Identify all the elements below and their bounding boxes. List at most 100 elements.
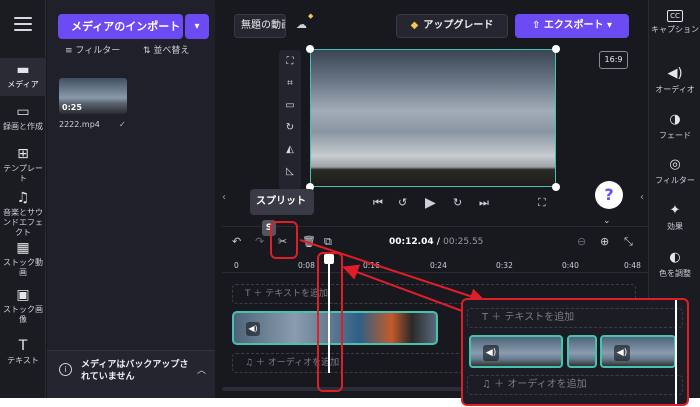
video-preview[interactable]	[310, 49, 556, 187]
collapse-media-panel-button[interactable]: ‹	[218, 186, 230, 210]
fit-timeline-icon[interactable]: ⤡	[624, 235, 633, 249]
rnav-filters[interactable]: ◎ フィルター	[649, 157, 700, 186]
speaker-icon: ◀)	[667, 66, 683, 81]
media-thumbnail[interactable]: 0:25	[59, 78, 127, 114]
upgrade-label: アップグレード	[423, 20, 494, 31]
preview-toolbar: ⛶ ⌗ ▭ ↻ ◭ ◺	[279, 50, 301, 190]
zoom-out-icon[interactable]: ⊖	[577, 235, 586, 249]
film-icon: ▦	[16, 240, 30, 256]
aspect-ratio-button[interactable]: 16:9	[599, 51, 628, 69]
time-ruler[interactable]: 0 0:08 0:16 0:24 0:32 0:40 0:48	[222, 259, 648, 273]
speaker-icon: ◀)	[483, 345, 499, 361]
help-button[interactable]: ?	[595, 181, 623, 209]
media-panel: メディアのインポート ▾ ≡ フィルター ⇅ 並べ替え 0:25 2222.mp…	[47, 0, 215, 398]
nav-label: 録画と作成	[3, 122, 43, 131]
cc-icon: CC	[667, 10, 683, 22]
export-button[interactable]: ⇧ エクスポート ▾	[515, 14, 629, 38]
ruler-tick: 0:48	[624, 261, 641, 270]
pip-icon[interactable]: ▭	[282, 98, 298, 114]
rotate-icon[interactable]: ↻	[282, 120, 298, 136]
zoom-callout: T ＋ テキストを追加 ◀) ◀) ♫ ＋ オーディオを追加	[461, 298, 689, 406]
import-dropdown-button[interactable]: ▾	[185, 14, 209, 39]
split-tooltip: スプリットS	[250, 189, 314, 236]
resize-handle[interactable]	[552, 183, 560, 191]
chevron-down-icon: ▾	[194, 21, 200, 32]
backup-notice[interactable]: i メディアはバックアップされていません ︿	[47, 350, 215, 398]
zoom-in-icon[interactable]: ⊕	[600, 235, 609, 249]
rnav-label: 効果	[667, 222, 683, 231]
scissors-highlight	[270, 221, 298, 259]
left-nav: ▬ メディア ▭ 録画と作成 ⊞ テンプレート ♫ 音楽とサウンドエフェクト ▦…	[0, 0, 46, 398]
diamond-icon: ◆	[410, 20, 419, 31]
rnav-effects[interactable]: ✦ 効果	[649, 203, 700, 232]
filter-label: フィルター	[75, 46, 121, 56]
speaker-icon[interactable]: ◀)	[246, 322, 260, 336]
duplicate-icon[interactable]: ⧉	[324, 235, 332, 249]
ruler-tick: 0:16	[363, 261, 380, 270]
nav-music[interactable]: ♫ 音楽とサウンドエフェクト	[0, 190, 46, 238]
project-title-input[interactable]: 無題の動画	[234, 14, 286, 38]
crop-icon[interactable]: ⌗	[282, 76, 298, 92]
rnav-fade[interactable]: ◑ フェード	[649, 112, 700, 141]
cloud-off-icon: ☁	[296, 18, 307, 31]
rnav-label: オーディオ	[655, 85, 695, 94]
upload-icon: ⇧	[531, 20, 544, 31]
chevron-up-icon: ︿	[197, 366, 207, 376]
tooltip-label: スプリット	[256, 196, 306, 207]
thumbnail-duration: 0:25	[62, 103, 82, 112]
rnav-label: フィルター	[655, 176, 695, 185]
undo-icon[interactable]: ↶	[232, 235, 241, 249]
resize-handle[interactable]	[552, 45, 560, 53]
ruler-tick: 0	[234, 261, 239, 270]
zoom-add-text: T ＋ テキストを追加	[467, 308, 683, 328]
current-time: 00:12.04	[389, 237, 434, 247]
folder-icon: ▬	[16, 62, 30, 78]
sort-icon: ⇅	[143, 46, 154, 56]
rewind-5-icon[interactable]: ↺	[398, 196, 407, 210]
ruler-tick: 0:32	[496, 261, 513, 270]
zoom-add-audio: ♫ ＋ オーディオを追加	[467, 375, 683, 395]
import-media-button[interactable]: メディアのインポート	[58, 14, 183, 39]
trash-icon[interactable]: 🗑	[302, 235, 316, 249]
premium-diamond-icon: ◆	[308, 12, 314, 20]
nav-label: テンプレート	[3, 164, 43, 183]
nav-record[interactable]: ▭ 録画と作成	[0, 104, 46, 132]
zoom-clip-part: ◀)	[600, 335, 676, 368]
fit-icon[interactable]: ⛶	[282, 54, 298, 70]
upgrade-button[interactable]: ◆ アップグレード	[396, 14, 508, 38]
playhead-highlight	[317, 252, 343, 392]
nav-templates[interactable]: ⊞ テンプレート	[0, 146, 46, 184]
nav-text[interactable]: T テキスト	[0, 338, 46, 366]
zoom-clip-part: ◀)	[469, 335, 563, 368]
filter-button[interactable]: ≡ フィルター	[65, 46, 120, 57]
media-file-name: 2222.mp4	[59, 120, 100, 129]
collapse-properties-button[interactable]: ‹	[636, 186, 648, 210]
sort-label: 並べ替え	[153, 46, 190, 56]
music-icon: ♫ ＋	[245, 358, 268, 368]
template-icon: ⊞	[17, 146, 29, 162]
nav-label: テキスト	[7, 356, 39, 365]
resize-handle[interactable]	[306, 45, 314, 53]
total-time: 00:25.55	[443, 237, 484, 247]
nav-media[interactable]: ▬ メディア	[0, 58, 46, 96]
skip-forward-icon[interactable]: ⏭	[479, 196, 489, 210]
ruler-tick: 0:24	[430, 261, 447, 270]
image-icon: ▣	[16, 287, 30, 303]
zoom-playhead	[675, 300, 677, 404]
check-icon: ✓	[119, 120, 126, 129]
menu-icon[interactable]	[14, 17, 32, 31]
nav-stock-images[interactable]: ▣ ストック画像	[0, 287, 46, 325]
rnav-color[interactable]: ◐ 色を調整	[649, 250, 700, 279]
triangle-icon[interactable]: ◺	[282, 164, 298, 180]
nav-stock-video[interactable]: ▦ ストック動画	[0, 240, 46, 278]
timecode: 00:12.04 / 00:25.55	[389, 237, 484, 247]
play-icon[interactable]: ▶	[425, 196, 436, 210]
rnav-audio[interactable]: ◀) オーディオ	[649, 66, 700, 95]
rnav-captions[interactable]: CC キャプション	[649, 10, 700, 35]
fullscreen-icon[interactable]: ⛶	[538, 196, 546, 210]
skip-back-icon[interactable]: ⏮	[373, 196, 383, 210]
forward-5-icon[interactable]: ↻	[453, 196, 462, 210]
sort-button[interactable]: ⇅ 並べ替え	[143, 46, 189, 57]
backup-notice-text: メディアはバックアップされていません	[81, 360, 189, 382]
flip-icon[interactable]: ◭	[282, 142, 298, 158]
